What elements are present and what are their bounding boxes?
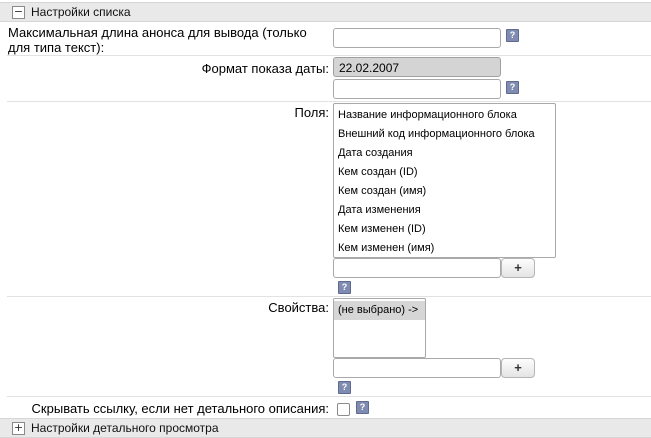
help-icon[interactable]: ? <box>356 401 369 414</box>
date-format-select[interactable]: 22.02.2007 <box>333 57 501 77</box>
fields-add-button[interactable]: + <box>501 258 535 278</box>
list-item[interactable]: Дата изменения <box>334 201 555 220</box>
help-icon[interactable]: ? <box>506 81 519 94</box>
list-item[interactable]: Кем создан (имя) <box>334 182 555 201</box>
divider <box>7 55 651 56</box>
properties-add-button[interactable]: + <box>501 358 535 378</box>
list-item[interactable]: Кем создан (ID) <box>334 163 555 182</box>
collapse-icon[interactable]: − <box>12 6 25 19</box>
preview-length-input[interactable] <box>333 28 501 48</box>
list-item[interactable]: Название информационного блока <box>334 106 555 125</box>
preview-length-label: Максимальная длина анонса для вывода (то… <box>8 25 307 55</box>
hide-link-checkbox[interactable] <box>337 403 350 416</box>
properties-add-input[interactable] <box>333 358 501 378</box>
list-item[interactable]: (не выбрано) -> <box>334 301 425 320</box>
divider <box>7 296 651 297</box>
divider <box>7 101 651 102</box>
fields-add-input[interactable] <box>333 258 501 278</box>
divider <box>7 396 651 397</box>
list-item[interactable]: Кем изменен (ID) <box>334 220 555 239</box>
help-icon[interactable]: ? <box>338 281 351 294</box>
list-settings-header[interactable]: − Настройки списка <box>0 2 651 22</box>
help-icon[interactable]: ? <box>506 29 519 42</box>
hide-link-label: Скрывать ссылку, если нет детального опи… <box>31 401 329 416</box>
properties-listbox[interactable]: (не выбрано) -> <box>333 298 426 358</box>
help-icon[interactable]: ? <box>338 381 351 394</box>
fields-listbox[interactable]: Название информационного блока Внешний к… <box>333 103 556 258</box>
date-format-label: Формат показа даты: <box>201 61 329 76</box>
properties-label: Свойства: <box>268 300 329 315</box>
section-title: Настройки детального просмотра <box>31 421 219 435</box>
list-item[interactable]: Кем изменен (имя) <box>334 239 555 257</box>
section-title: Настройки списка <box>31 5 131 19</box>
expand-icon[interactable]: + <box>12 422 25 435</box>
detail-settings-header[interactable]: + Настройки детального просмотра <box>0 418 651 438</box>
date-format-custom-input[interactable] <box>333 79 501 99</box>
list-item[interactable]: Дата создания <box>334 144 555 163</box>
list-item[interactable]: Внешний код информационного блока <box>334 125 555 144</box>
fields-label: Поля: <box>294 105 329 120</box>
